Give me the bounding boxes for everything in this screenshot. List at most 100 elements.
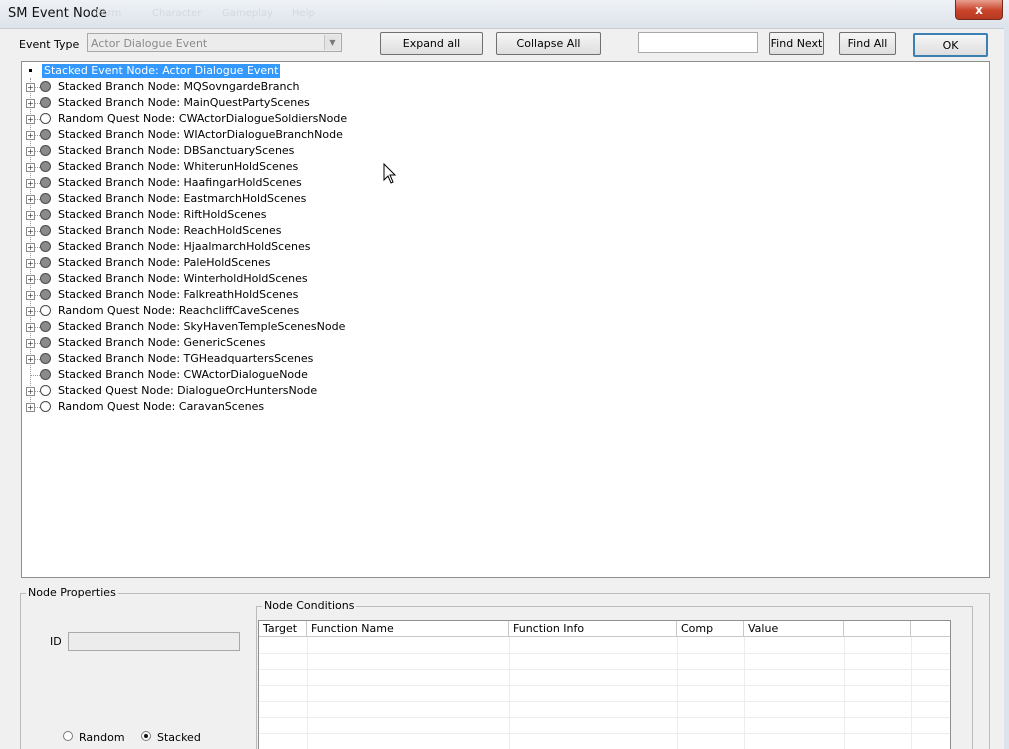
collapse-all-button[interactable]: Collapse All	[496, 32, 601, 55]
tree-node[interactable]: + Random Quest Node: CWActorDialogueSoldi…	[22, 111, 622, 127]
tree-node[interactable]: + Stacked Branch Node: HjaalmarchHoldScen…	[22, 239, 622, 255]
expand-toggle-icon[interactable]: +	[26, 211, 35, 220]
ghost-menu-item: Help	[292, 8, 315, 19]
tree-root-label: Stacked Event Node: Actor Dialogue Event	[42, 64, 281, 78]
tree-node[interactable]: + Stacked Branch Node: EastmarchHoldScene…	[22, 191, 622, 207]
tree-node-label: Stacked Branch Node: WinterholdHoldScene…	[58, 272, 308, 285]
sm-event-node-window: SM Event Node Form Character Gameplay He…	[0, 0, 1009, 749]
grid-line	[844, 637, 845, 749]
stacked-radio[interactable]	[141, 731, 151, 741]
filled-circle-icon	[40, 257, 51, 268]
filled-circle-icon	[40, 129, 51, 140]
tree-node[interactable]: + Stacked Branch Node: SkyHavenTempleScen…	[22, 319, 622, 335]
tree-node[interactable]: + Stacked Branch Node: WhiterunHoldScenes	[22, 159, 622, 175]
tree-node[interactable]: + Stacked Branch Node: WIActorDialogueBra…	[22, 127, 622, 143]
tree-node[interactable]: + Stacked Branch Node: PaleHoldScenes	[22, 255, 622, 271]
grid-line	[259, 669, 950, 670]
node-conditions-table[interactable]: Target Function Name Function Info Comp …	[258, 620, 951, 749]
find-all-button[interactable]: Find All	[839, 32, 896, 55]
tree-node-label: Random Quest Node: CaravanScenes	[58, 400, 265, 413]
grid-line	[509, 637, 510, 749]
grid-line	[259, 733, 950, 734]
expand-toggle-icon[interactable]: +	[26, 339, 35, 348]
title-bar[interactable]: SM Event Node Form Character Gameplay He…	[0, 0, 1009, 29]
expand-toggle-icon[interactable]: +	[26, 147, 35, 156]
expand-toggle-icon[interactable]: +	[26, 195, 35, 204]
random-radio[interactable]	[63, 731, 73, 741]
expand-toggle-icon[interactable]: +	[26, 355, 35, 364]
empty-circle-icon	[40, 305, 51, 316]
event-type-select[interactable]: Actor Dialogue Event ▼	[87, 33, 342, 52]
tree-node-label: Stacked Branch Node: SkyHavenTempleScene…	[58, 320, 346, 333]
column-header-function-info[interactable]: Function Info	[509, 621, 677, 637]
tree-node[interactable]: + Stacked Quest Node: DialogueOrcHuntersN…	[22, 383, 622, 399]
expand-toggle-icon[interactable]: +	[26, 131, 35, 140]
tree-node[interactable]: Stacked Branch Node: CWActorDialogueNode	[22, 367, 622, 383]
tree-node[interactable]: + Random Quest Node: CaravanScenes	[22, 399, 622, 415]
grid-line	[259, 685, 950, 686]
filled-circle-icon	[40, 353, 51, 364]
ok-button[interactable]: OK	[913, 33, 988, 57]
close-button[interactable]: x	[955, 0, 1003, 20]
expand-toggle-icon[interactable]: +	[26, 307, 35, 316]
mouse-cursor-icon	[383, 163, 397, 184]
expand-all-button[interactable]: Expand all	[380, 32, 483, 55]
tree-node[interactable]: + Random Quest Node: ReachcliffCaveScenes	[22, 303, 622, 319]
tree-node-label: Stacked Branch Node: ReachHoldScenes	[58, 224, 282, 237]
tree-node-label: Stacked Branch Node: WIActorDialogueBran…	[58, 128, 343, 141]
tree-node[interactable]: + Stacked Branch Node: MQSovngardeBranch	[22, 79, 622, 95]
expand-toggle-icon[interactable]: +	[26, 243, 35, 252]
expand-toggle-icon[interactable]: +	[26, 163, 35, 172]
column-header-extra[interactable]	[844, 621, 911, 637]
filled-circle-icon	[40, 193, 51, 204]
tree-node[interactable]: + Stacked Branch Node: MainQuestPartyScen…	[22, 95, 622, 111]
filled-circle-icon	[40, 225, 51, 236]
tree-node-label: Stacked Branch Node: WhiterunHoldScenes	[58, 160, 299, 173]
empty-circle-icon	[40, 113, 51, 124]
tree-node[interactable]: + Stacked Branch Node: HaafingarHoldScene…	[22, 175, 622, 191]
tree-node[interactable]: + Stacked Branch Node: RiftHoldScenes	[22, 207, 622, 223]
tree-node[interactable]: + Stacked Branch Node: FalkreathHoldScene…	[22, 287, 622, 303]
column-header-target[interactable]: Target	[259, 621, 307, 637]
tree-node-label: Stacked Branch Node: GenericScenes	[58, 336, 266, 349]
tree-node[interactable]: + Stacked Branch Node: WinterholdHoldScen…	[22, 271, 622, 287]
find-next-button[interactable]: Find Next	[769, 32, 824, 55]
id-label: ID	[50, 635, 62, 648]
ghost-menu-item: Character	[152, 8, 202, 19]
grid-line	[259, 653, 950, 654]
expand-toggle-icon[interactable]: +	[26, 403, 35, 412]
filled-circle-icon	[40, 337, 51, 348]
grid-line	[744, 637, 745, 749]
expand-toggle-icon[interactable]: +	[26, 291, 35, 300]
column-header-value[interactable]: Value	[744, 621, 844, 637]
tree-node[interactable]: + Stacked Branch Node: ReachHoldScenes	[22, 223, 622, 239]
window-title: SM Event Node	[8, 6, 107, 21]
expand-toggle-icon[interactable]: +	[26, 99, 35, 108]
expand-toggle-icon[interactable]: +	[26, 115, 35, 124]
event-node-tree[interactable]: Stacked Event Node: Actor Dialogue Event…	[21, 61, 990, 578]
expand-toggle-icon[interactable]: +	[26, 179, 35, 188]
filled-circle-icon	[40, 241, 51, 252]
expand-toggle-icon[interactable]: +	[26, 259, 35, 268]
grid-line	[911, 637, 912, 749]
chevron-down-icon[interactable]: ▼	[324, 35, 340, 50]
expand-toggle-icon[interactable]: +	[26, 323, 35, 332]
expand-toggle-icon[interactable]: +	[26, 387, 35, 396]
tree-node[interactable]: + Stacked Branch Node: GenericScenes	[22, 335, 622, 351]
tree-node[interactable]: + Stacked Branch Node: DBSanctuaryScenes	[22, 143, 622, 159]
column-header-function-name[interactable]: Function Name	[307, 621, 509, 637]
empty-circle-icon	[40, 401, 51, 412]
search-input[interactable]	[638, 32, 758, 53]
column-header-filler	[911, 621, 950, 637]
expand-toggle-icon[interactable]: +	[26, 275, 35, 284]
tree-node-label: Stacked Branch Node: MainQuestPartyScene…	[58, 96, 310, 109]
column-header-comp[interactable]: Comp	[677, 621, 744, 637]
expand-toggle-icon[interactable]: +	[26, 83, 35, 92]
ghost-menu-item: Form	[96, 8, 122, 19]
tree-node[interactable]: + Stacked Branch Node: TGHeadquartersScen…	[22, 351, 622, 367]
close-icon: x	[975, 2, 983, 17]
expand-toggle-icon[interactable]: +	[26, 227, 35, 236]
id-field[interactable]	[68, 632, 240, 651]
filled-circle-icon	[40, 321, 51, 332]
event-type-label: Event Type	[19, 38, 80, 51]
